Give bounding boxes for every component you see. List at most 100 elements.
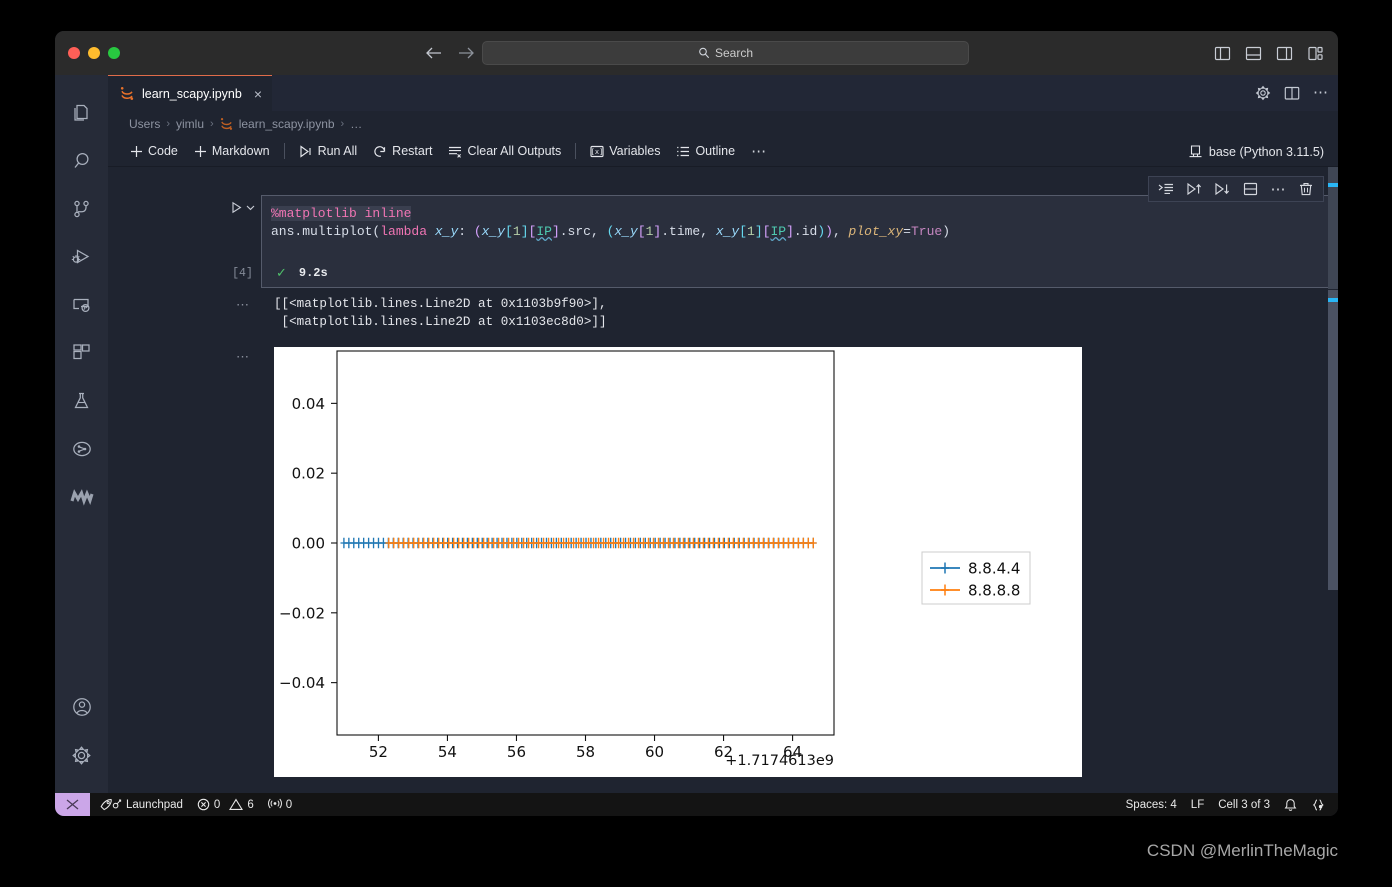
sidebar-item-run-and-debug[interactable] [55, 233, 108, 281]
kernel-selector[interactable]: base (Python 3.11.5) [1188, 136, 1324, 167]
y-tick-label: −0.02 [279, 604, 325, 622]
notebook-code-cell: [4] %matplotlib inline ans.multiplot(lam… [224, 195, 1338, 288]
variables-button[interactable]: [x] Variables [582, 139, 668, 163]
sidebar-item-graph-view[interactable] [55, 425, 108, 473]
add-code-cell-label: Code [148, 144, 178, 158]
graph-circle-icon [71, 438, 93, 460]
outline-icon [676, 145, 690, 158]
add-markdown-cell-button[interactable]: Markdown [186, 139, 278, 163]
command-search-bar[interactable]: Search [482, 41, 969, 65]
matplotlib-figure: 0.04 0.02 0.00 −0.02 −0.04 52 54 56 58 60 62 64 +1… [274, 347, 1082, 777]
status-indentation[interactable]: Spaces: 4 [1119, 793, 1184, 816]
sidebar-item-extensions[interactable] [55, 329, 108, 377]
split-editor-icon[interactable] [1284, 86, 1300, 101]
run-cell-button[interactable] [230, 201, 256, 214]
search-icon [698, 47, 710, 59]
variables-icon: [x] [590, 145, 604, 158]
clear-all-outputs-button[interactable]: Clear All Outputs [440, 139, 569, 163]
status-launchpad[interactable]: Launchpad [90, 793, 190, 816]
editor-area: learn_scapy.ipynb × ⋯ Users › yimlu › le… [108, 75, 1338, 793]
bell-icon [1284, 798, 1297, 812]
breadcrumb: Users › yimlu › learn_scapy.ipynb › … [108, 111, 1338, 136]
status-eol[interactable]: LF [1184, 793, 1211, 816]
chevron-down-icon[interactable] [245, 202, 256, 213]
success-check-icon: ✓ [276, 265, 287, 280]
run-cell-icon [230, 201, 243, 214]
cell-duration: 9.2s [298, 266, 328, 280]
chevron-right-icon: › [340, 117, 345, 130]
minimize-window-button[interactable] [88, 47, 100, 59]
output-more-icon[interactable]: ⋯ [224, 295, 261, 331]
close-tab-icon[interactable]: × [254, 86, 262, 102]
run-by-line-icon[interactable] [1152, 177, 1180, 201]
delete-cell-icon[interactable] [1292, 177, 1320, 201]
warning-icon [229, 798, 244, 811]
execute-above-cells-icon[interactable] [1180, 177, 1208, 201]
status-braces[interactable] [1304, 793, 1332, 816]
more-actions-icon[interactable]: ⋯ [1264, 177, 1292, 201]
sidebar-item-testing[interactable] [55, 377, 108, 425]
go-back-icon[interactable] [425, 46, 442, 60]
tab-learn-scapy-ipynb[interactable]: learn_scapy.ipynb × [108, 75, 273, 111]
cell-output-plot: ⋯ 0.04 0.02 0.00 −0.02 −0.04 52 54 56 58 60 62 64 … [224, 347, 1338, 777]
window-body: learn_scapy.ipynb × ⋯ Users › yimlu › le… [55, 75, 1338, 793]
breadcrumb-item-0[interactable]: Users [129, 117, 160, 131]
y-tick-label: 0.02 [292, 465, 325, 483]
status-notifications[interactable] [1277, 793, 1304, 816]
title-bar: Search [55, 31, 1338, 75]
output-more-icon[interactable]: ⋯ [224, 347, 261, 777]
matplotlib-svg: 0.040.020.00−0.02−0.04 52 54 56 58 60 62 64 +1… [279, 350, 1031, 769]
toggle-panel-icon[interactable] [1245, 46, 1262, 61]
chart-legend: 8.8.4.4 8.8.8.8 [921, 551, 1031, 605]
notebook-more-actions[interactable]: ⋯ [743, 139, 774, 163]
toggle-primary-sidebar-icon[interactable] [1214, 46, 1231, 61]
status-problems[interactable]: 0 6 [190, 793, 261, 816]
x-axis-offset-label: +1.7174613e9 [725, 753, 834, 769]
status-cell-position[interactable]: Cell 3 of 3 [1211, 793, 1277, 816]
sidebar-item-manage-settings[interactable] [55, 731, 108, 779]
close-window-button[interactable] [68, 47, 80, 59]
jupyter-icon [220, 117, 233, 131]
toggle-secondary-sidebar-icon[interactable] [1276, 46, 1293, 61]
sidebar-item-source-control[interactable] [55, 185, 108, 233]
sidebar-item-marscode[interactable] [55, 473, 108, 521]
sidebar-item-explorer[interactable] [55, 89, 108, 137]
toolbar-divider [283, 143, 285, 159]
customize-layout-icon[interactable] [1307, 46, 1324, 61]
more-actions-icon[interactable]: ⋯ [1313, 85, 1328, 100]
sidebar-item-search[interactable] [55, 137, 108, 185]
run-all-button[interactable]: Run All [291, 139, 366, 163]
y-tick-label: 0.04 [292, 395, 325, 413]
maximize-window-button[interactable] [108, 47, 120, 59]
add-markdown-cell-label: Markdown [211, 144, 270, 158]
radio-tower-icon [267, 798, 282, 811]
add-code-cell-button[interactable]: Code [122, 139, 186, 163]
split-cell-icon[interactable] [1236, 177, 1264, 201]
sidebar-item-remote-explorer[interactable] [55, 281, 108, 329]
code-editor[interactable]: %matplotlib inline ans.multiplot(lambda … [262, 196, 1338, 241]
scrollbar-thumb-lower[interactable] [1328, 290, 1338, 590]
notebook-toolbar: Code Markdown Run All Restart Clear All … [108, 136, 1338, 167]
restart-icon [373, 145, 387, 158]
breadcrumb-item-2[interactable]: learn_scapy.ipynb [239, 117, 335, 131]
breadcrumb-item-3[interactable]: … [350, 117, 362, 131]
gear-icon[interactable] [1255, 85, 1271, 101]
breadcrumb-item-1[interactable]: yimlu [176, 117, 204, 131]
status-ports[interactable]: 0 [261, 793, 299, 816]
overview-mark [1328, 298, 1338, 302]
sidebar-item-accounts[interactable] [55, 683, 108, 731]
remote-indicator[interactable] [55, 793, 90, 816]
status-bar: Launchpad 0 6 0 Spaces: 4 LF Cell 3 of 3 [55, 793, 1338, 816]
cell-output-text: ⋯ [[<matplotlib.lines.Line2D at 0x1103b9… [224, 295, 1338, 331]
toolbar-divider [575, 143, 577, 159]
go-forward-icon[interactable] [458, 46, 475, 60]
legend-label: 8.8.8.8 [968, 582, 1020, 600]
window-controls[interactable] [55, 47, 120, 59]
variables-label: Variables [609, 144, 661, 158]
files-icon [71, 102, 93, 124]
notebook-scrollbar[interactable] [1328, 167, 1338, 793]
execute-cell-and-below-icon[interactable] [1208, 177, 1236, 201]
outline-button[interactable]: Outline [668, 139, 743, 163]
restart-kernel-button[interactable]: Restart [365, 139, 440, 163]
svg-text:[x]: [x] [591, 148, 604, 156]
